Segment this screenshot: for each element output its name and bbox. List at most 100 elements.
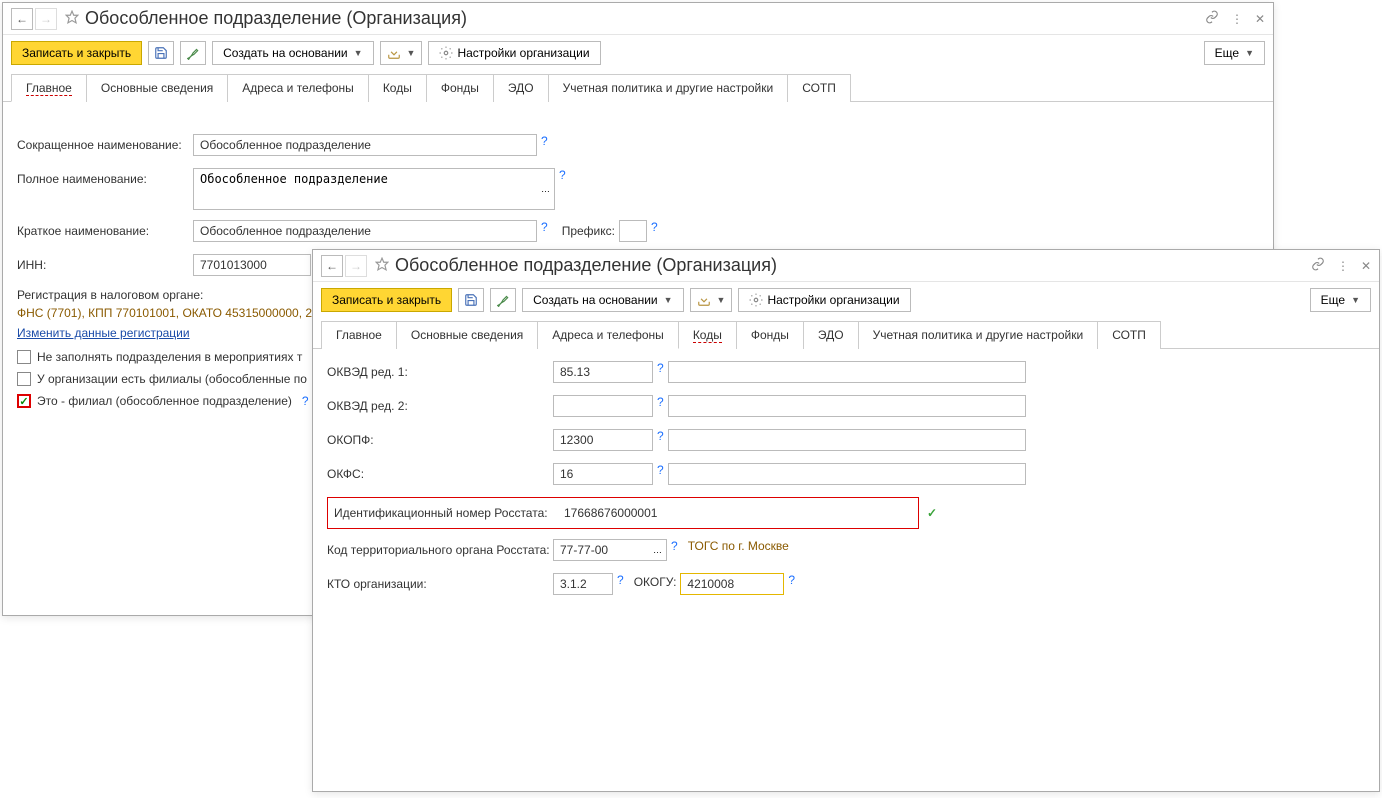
- fill-icon-button[interactable]: [180, 41, 206, 65]
- toolbar: Записать и закрыть Создать на основании▼…: [313, 282, 1379, 318]
- close-icon[interactable]: ✕: [1255, 12, 1265, 26]
- help-icon[interactable]: ?: [657, 429, 664, 443]
- tab-sotp[interactable]: СОТП: [1097, 321, 1161, 349]
- inn-input[interactable]: [193, 254, 311, 276]
- tab-main[interactable]: Главное: [11, 74, 87, 102]
- org-settings-button[interactable]: Настройки организации: [738, 288, 910, 312]
- tab-main[interactable]: Главное: [321, 321, 397, 349]
- nav-back-button[interactable]: ←: [321, 255, 343, 277]
- territ-label: Код территориального органа Росстата:: [327, 539, 553, 557]
- help-icon[interactable]: ?: [788, 573, 795, 587]
- tab-basic-info[interactable]: Основные сведения: [396, 321, 538, 349]
- okogu-input[interactable]: [680, 573, 784, 595]
- okopf-label: ОКОПФ:: [327, 429, 553, 447]
- tab-accounting[interactable]: Учетная политика и другие настройки: [548, 74, 789, 102]
- full-name-expand-button[interactable]: …: [537, 168, 555, 210]
- check-icon: ✓: [927, 506, 937, 520]
- toolbar: Записать и закрыть Создать на основании▼…: [3, 35, 1273, 71]
- cb-no-fill-subdiv[interactable]: [17, 350, 31, 364]
- help-icon[interactable]: ?: [651, 220, 658, 234]
- link-icon[interactable]: [1311, 257, 1325, 274]
- kto-label: КТО организации:: [327, 573, 553, 591]
- okved1-input[interactable]: [553, 361, 653, 383]
- tab-addresses[interactable]: Адреса и телефоны: [537, 321, 679, 349]
- tab-basic-info[interactable]: Основные сведения: [86, 74, 228, 102]
- more-button[interactable]: Еще▼: [1204, 41, 1265, 65]
- close-icon[interactable]: ✕: [1361, 259, 1371, 273]
- create-based-button[interactable]: Создать на основании▼: [212, 41, 373, 65]
- rosstat-id-label: Идентификационный номер Росстата:: [334, 506, 552, 520]
- okfs-input[interactable]: [553, 463, 653, 485]
- attachments-button[interactable]: ▼: [380, 41, 423, 65]
- create-based-button[interactable]: Создать на основании▼: [522, 288, 683, 312]
- short-name-input[interactable]: [193, 134, 537, 156]
- help-icon[interactable]: ?: [541, 134, 548, 148]
- favorite-star-icon[interactable]: [375, 257, 389, 274]
- tab-funds[interactable]: Фонды: [736, 321, 804, 349]
- tab-addresses[interactable]: Адреса и телефоны: [227, 74, 369, 102]
- help-icon[interactable]: ?: [657, 395, 664, 409]
- prefix-input[interactable]: [619, 220, 647, 242]
- window-title: Обособленное подразделение (Организация): [85, 8, 1205, 29]
- brief-name-input[interactable]: [193, 220, 537, 242]
- tabs: Главное Основные сведения Адреса и телеф…: [3, 73, 1273, 102]
- tabs: Главное Основные сведения Адреса и телеф…: [313, 320, 1379, 349]
- okved2-input[interactable]: [553, 395, 653, 417]
- inn-label: ИНН:: [17, 254, 193, 272]
- save-icon-button[interactable]: [458, 288, 484, 312]
- rosstat-id-highlight: Идентификационный номер Росстата:: [327, 497, 919, 529]
- cb-no-fill-label: Не заполнять подразделения в мероприятия…: [37, 350, 302, 364]
- help-icon[interactable]: ?: [541, 220, 548, 234]
- okfs-name-input[interactable]: [668, 463, 1026, 485]
- tab-accounting[interactable]: Учетная политика и другие настройки: [858, 321, 1099, 349]
- tab-edo[interactable]: ЭДО: [493, 74, 549, 102]
- full-name-label: Полное наименование:: [17, 168, 193, 186]
- tab-codes[interactable]: Коды: [368, 74, 427, 102]
- nav-forward-button[interactable]: →: [345, 255, 367, 277]
- favorite-star-icon[interactable]: [65, 10, 79, 27]
- brief-name-label: Краткое наименование:: [17, 220, 193, 238]
- territ-input[interactable]: [553, 539, 649, 561]
- save-close-button[interactable]: Записать и закрыть: [11, 41, 142, 65]
- cb-has-branches[interactable]: [17, 372, 31, 386]
- tab-edo[interactable]: ЭДО: [803, 321, 859, 349]
- help-icon[interactable]: ?: [302, 394, 309, 408]
- cb-has-branches-label: У организации есть филиалы (обособленные…: [37, 372, 307, 386]
- help-icon[interactable]: ?: [617, 573, 624, 587]
- prefix-label: Префикс:: [562, 220, 615, 238]
- tab-funds[interactable]: Фонды: [426, 74, 494, 102]
- kebab-menu-icon[interactable]: ⋮: [1337, 259, 1349, 273]
- save-icon-button[interactable]: [148, 41, 174, 65]
- okogu-label: ОКОГУ:: [634, 573, 677, 589]
- window-title: Обособленное подразделение (Организация): [395, 255, 1311, 276]
- more-button[interactable]: Еще▼: [1310, 288, 1371, 312]
- rosstat-id-input[interactable]: [558, 502, 912, 524]
- change-reg-link[interactable]: Изменить данные регистрации: [17, 326, 190, 340]
- okfs-label: ОКФС:: [327, 463, 553, 481]
- help-icon[interactable]: ?: [559, 168, 566, 182]
- save-close-button[interactable]: Записать и закрыть: [321, 288, 452, 312]
- window-codes-tab: ← → Обособленное подразделение (Организа…: [312, 249, 1380, 792]
- okopf-input[interactable]: [553, 429, 653, 451]
- kto-input[interactable]: [553, 573, 613, 595]
- help-icon[interactable]: ?: [671, 539, 678, 553]
- link-icon[interactable]: [1205, 10, 1219, 27]
- tab-codes[interactable]: Коды: [678, 321, 737, 349]
- org-settings-button[interactable]: Настройки организации: [428, 41, 600, 65]
- okved1-name-input[interactable]: [668, 361, 1026, 383]
- full-name-input[interactable]: [193, 168, 537, 210]
- attachments-button[interactable]: ▼: [690, 288, 733, 312]
- nav-forward-button[interactable]: →: [35, 8, 57, 30]
- togs-text: ТОГС по г. Москве: [688, 539, 789, 553]
- tab-sotp[interactable]: СОТП: [787, 74, 851, 102]
- okved2-label: ОКВЭД ред. 2:: [327, 395, 553, 413]
- help-icon[interactable]: ?: [657, 463, 664, 477]
- kebab-menu-icon[interactable]: ⋮: [1231, 12, 1243, 26]
- cb-is-branch[interactable]: [17, 394, 31, 408]
- okopf-name-input[interactable]: [668, 429, 1026, 451]
- nav-back-button[interactable]: ←: [11, 8, 33, 30]
- territ-select-button[interactable]: …: [649, 539, 667, 561]
- help-icon[interactable]: ?: [657, 361, 664, 375]
- fill-icon-button[interactable]: [490, 288, 516, 312]
- okved2-name-input[interactable]: [668, 395, 1026, 417]
